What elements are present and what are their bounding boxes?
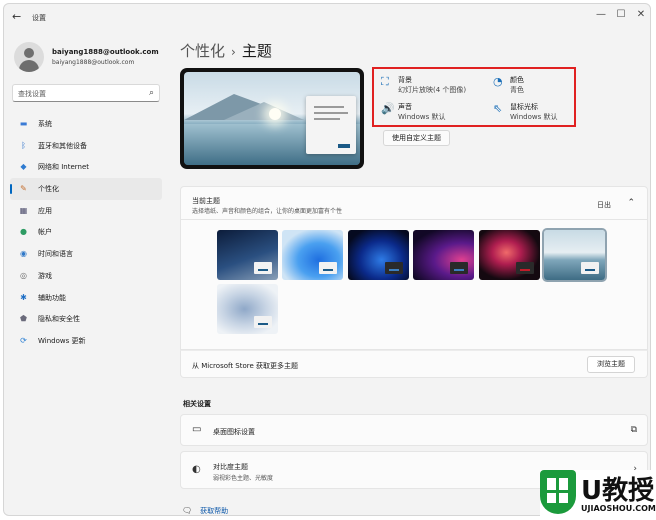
theme-properties-highlight: ⛶ 背景 幻灯片放映(4 个图像) ◔ 颜色 青色 🔊 声音 Windows 默… [372, 67, 576, 127]
clock-globe-icon: ◉ [20, 249, 27, 259]
help-icon: 🗨 [182, 506, 193, 515]
get-help-link[interactable]: 🗨 获取帮助 [182, 506, 228, 515]
sidebar-item-8[interactable]: ✱ 辅助功能 [10, 287, 162, 309]
gamepad-icon: ◎ [20, 270, 27, 280]
current-theme-header[interactable]: 当前主题 选择墙纸、声音和颜色的组合，让你的桌面更加富有个性 日出 ⌃ [180, 186, 648, 220]
theme-preview [180, 68, 364, 169]
search-input[interactable] [18, 88, 138, 99]
sidebar-nav: ▬ 系统 ᛒ 蓝牙和其他设备 ◆ 网络和 Internet ✎ 个性化 ▦ 应用 ● 帐户 ◉ 时间和语言… [10, 113, 162, 352]
background-setting[interactable]: ⛶ 背景 幻灯片放映(4 个图像) [378, 73, 478, 99]
sidebar-item-label: Windows 更新 [38, 336, 86, 345]
windows-shield-icon [540, 470, 576, 514]
accessibility-icon: ✱ [20, 292, 27, 302]
contrast-icon: ◐ [192, 464, 201, 475]
theme-night-sky[interactable] [217, 230, 278, 280]
theme-windows-dark[interactable] [347, 230, 409, 280]
sidebar-item-label: 帐户 [38, 228, 52, 237]
related-settings-heading: 相关设置 [183, 400, 211, 408]
back-arrow-icon[interactable]: ← [12, 10, 21, 23]
breadcrumb-separator: › [231, 45, 236, 59]
use-custom-theme-button[interactable]: 使用自定义主题 [383, 130, 450, 146]
palette-icon: ◔ [493, 75, 503, 88]
browse-themes-button[interactable]: 浏览主题 [587, 356, 635, 373]
breadcrumb: 个性化 › 主题 [180, 40, 272, 61]
profile-email: baiyang1888@outlook.com [52, 59, 135, 66]
section-subtitle: 选择墙纸、声音和颜色的组合，让你的桌面更加富有个性 [192, 208, 343, 215]
image-icon: ⛶ [381, 75, 389, 88]
current-theme-name: 日出 [597, 201, 611, 209]
watermark-url: UJIAOSHOU.COM [581, 504, 656, 513]
desktop-icon-settings[interactable]: ▭ 桌面图标设置 ⧉ [180, 414, 648, 446]
user-profile[interactable]: baiyang1888@outlook.com baiyang1888@outl… [12, 42, 162, 74]
theme-glow[interactable] [413, 230, 475, 280]
sidebar-item-6[interactable]: ◉ 时间和语言 [10, 243, 162, 265]
sidebar-item-label: 隐私和安全性 [38, 315, 80, 324]
watermark-logo: U教授 UJIAOSHOU.COM [540, 470, 656, 520]
wifi-icon: ◆ [20, 162, 27, 172]
external-link-icon: ⧉ [630, 425, 637, 435]
cursor-icon: ⇖ [493, 102, 503, 115]
maximize-icon[interactable]: ☐ [614, 9, 628, 20]
apps-icon: ▦ [19, 205, 28, 215]
system-icon: ▬ [19, 119, 28, 128]
sidebar-item-9[interactable]: ⬟ 隐私和安全性 [10, 308, 162, 330]
sidebar-item-4[interactable]: ▦ 应用 [10, 200, 162, 222]
profile-name: baiyang1888@outlook.com [52, 48, 159, 56]
chevron-up-icon[interactable]: ⌃ [627, 198, 635, 208]
sidebar-item-7[interactable]: ◎ 游戏 [10, 265, 162, 287]
page-title: 主题 [241, 42, 272, 60]
sidebar-item-0[interactable]: ▬ 系统 [10, 113, 162, 135]
preview-window [306, 96, 356, 154]
theme-windows-light[interactable] [282, 230, 344, 280]
brush-icon: ✎ [20, 184, 27, 194]
store-text: 从 Microsoft Store 获取更多主题 [192, 362, 299, 370]
sidebar: baiyang1888@outlook.com baiyang1888@outl… [4, 34, 164, 514]
section-title: 当前主题 [192, 197, 220, 205]
update-icon: ⟳ [20, 335, 27, 345]
search-icon[interactable]: ⌕ [149, 88, 154, 98]
shield-icon: ⬟ [20, 314, 27, 324]
avatar [14, 42, 44, 72]
store-row: 从 Microsoft Store 获取更多主题 浏览主题 [180, 350, 648, 378]
sidebar-item-label: 时间和语言 [38, 250, 73, 259]
sidebar-item-2[interactable]: ◆ 网络和 Internet [10, 156, 162, 178]
color-setting[interactable]: ◔ 颜色 青色 [490, 73, 590, 99]
sidebar-item-label: 游戏 [38, 271, 52, 280]
theme-captured-motion[interactable] [478, 230, 540, 280]
minimize-icon[interactable]: — [594, 9, 608, 20]
title-bar: ← 设置 — ☐ ✕ [4, 4, 650, 30]
sidebar-item-label: 系统 [38, 120, 52, 128]
theme-gallery [180, 220, 648, 350]
theme-sunrise-lake[interactable] [544, 230, 605, 280]
account-icon: ● [20, 227, 27, 237]
bluetooth-icon: ᛒ [21, 140, 26, 150]
sidebar-item-label: 蓝牙和其他设备 [38, 141, 87, 150]
sidebar-item-label: 应用 [38, 206, 52, 215]
sidebar-item-label: 网络和 Internet [38, 163, 90, 172]
sidebar-item-3[interactable]: ✎ 个性化 [10, 178, 162, 200]
app-title: 设置 [32, 14, 46, 22]
main-content: 个性化 › 主题 ⛶ 背景 幻灯片放映(4 个图像) ◔ 颜色 青色 🔊 声音 … [172, 34, 648, 515]
sidebar-item-label: 个性化 [38, 185, 59, 194]
speaker-icon: 🔊 [381, 102, 395, 115]
theme-flow[interactable] [217, 284, 278, 334]
monitor-icon: ▭ [192, 424, 202, 435]
close-icon[interactable]: ✕ [634, 9, 648, 20]
sidebar-item-10[interactable]: ⟳ Windows 更新 [10, 330, 162, 352]
sidebar-item-1[interactable]: ᛒ 蓝牙和其他设备 [10, 135, 162, 157]
sidebar-item-5[interactable]: ● 帐户 [10, 221, 162, 243]
breadcrumb-parent[interactable]: 个性化 [180, 42, 225, 60]
watermark-brand: U教授 [581, 476, 655, 506]
cursor-setting[interactable]: ⇖ 鼠标光标 Windows 默认 [490, 100, 590, 126]
search-box[interactable]: ⌕ [12, 84, 160, 102]
settings-window: ← 设置 — ☐ ✕ baiyang1888@outlook.com baiya… [3, 3, 651, 516]
sidebar-item-label: 辅助功能 [38, 293, 66, 302]
sound-setting[interactable]: 🔊 声音 Windows 默认 [378, 100, 478, 126]
